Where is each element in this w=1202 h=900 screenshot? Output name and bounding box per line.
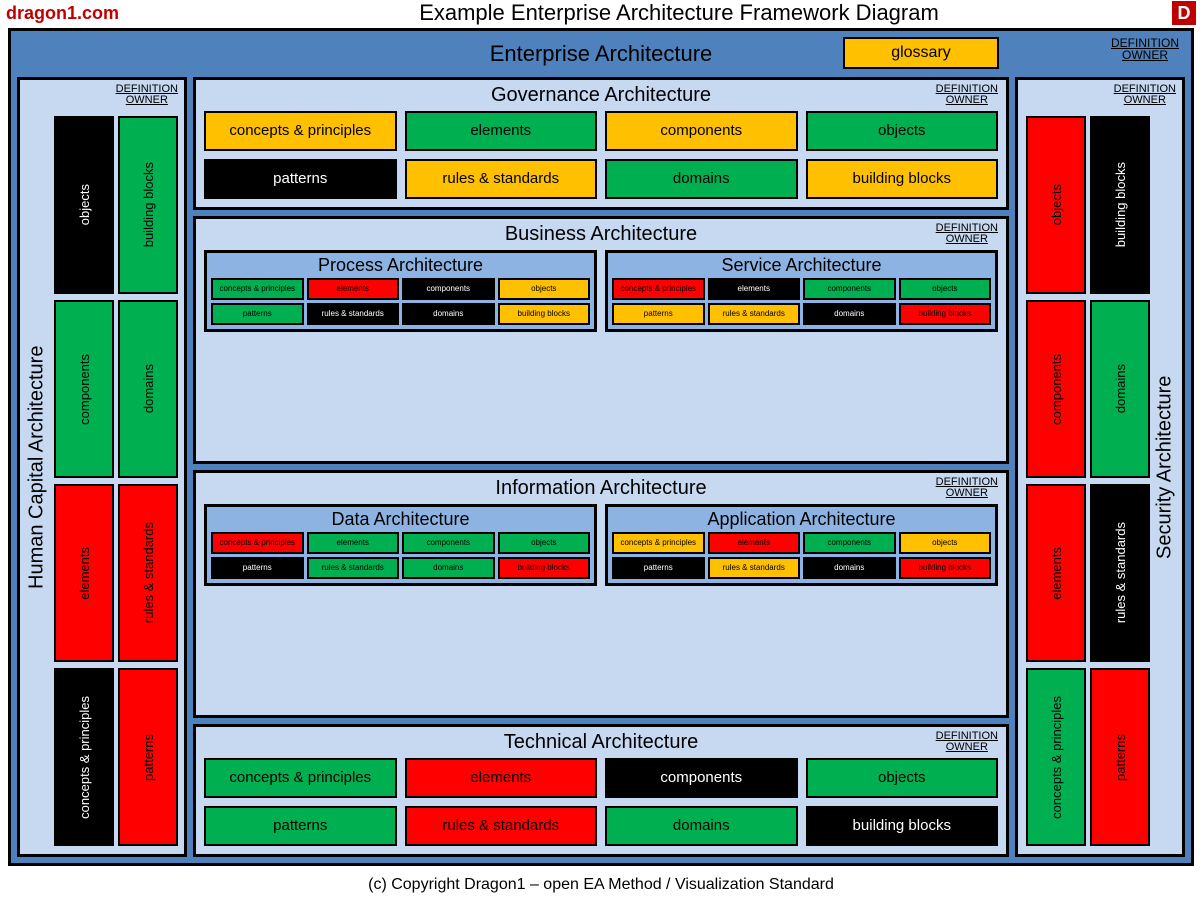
block-ob: objects (806, 111, 999, 151)
block-ob: objects (54, 116, 114, 294)
block-el: elements (708, 532, 801, 554)
definition-owner-link[interactable]: DEFINITIONOWNER (936, 84, 998, 106)
definition-owner-link[interactable]: DEFINITIONOWNER (936, 223, 998, 245)
block-cp: concepts & principles (211, 278, 304, 300)
block-bb: building blocks (806, 159, 999, 199)
block-cp: concepts & principles (204, 111, 397, 151)
human-capital-architecture-box: Human Capital Architecture DEFINITIONOWN… (17, 77, 187, 857)
definition-owner-link[interactable]: DEFINITIONOWNER (936, 477, 998, 499)
block-el: elements (405, 758, 598, 798)
process-title: Process Architecture (211, 255, 590, 276)
definition-owner-link[interactable]: DEFINITIONOWNER (936, 731, 998, 753)
block-do: domains (402, 557, 495, 579)
block-bb: building blocks (118, 116, 178, 294)
block-rs: rules & standards (307, 557, 400, 579)
definition-owner-link[interactable]: DEFINITIONOWNER (116, 84, 178, 106)
block-rs: rules & standards (118, 484, 178, 662)
block-el: elements (405, 111, 598, 151)
block-pa: patterns (204, 806, 397, 846)
block-do: domains (1090, 300, 1150, 478)
block-pa: patterns (204, 159, 397, 199)
block-co: components (54, 300, 114, 478)
block-rs: rules & standards (405, 806, 598, 846)
block-rs: rules & standards (307, 303, 400, 325)
business-architecture-box: DEFINITIONOWNER Business Architecture Pr… (193, 216, 1009, 464)
block-co: components (605, 111, 798, 151)
ea-title: Enterprise Architecture (17, 37, 1185, 67)
block-do: domains (402, 303, 495, 325)
block-pa: patterns (211, 557, 304, 579)
block-cp: concepts & principles (54, 668, 114, 846)
block-co: components (803, 532, 896, 554)
block-rs: rules & standards (405, 159, 598, 199)
data-architecture-box: Data Architecture concepts & principlese… (204, 504, 597, 586)
block-co: components (1026, 300, 1086, 478)
block-pa: patterns (118, 668, 178, 846)
block-co: components (605, 758, 798, 798)
block-bb: building blocks (899, 303, 992, 325)
block-bb: building blocks (498, 557, 591, 579)
process-architecture-box: Process Architecture concepts & principl… (204, 250, 597, 332)
block-do: domains (118, 300, 178, 478)
technical-title: Technical Architecture (204, 731, 998, 754)
block-rs: rules & standards (708, 303, 801, 325)
block-el: elements (54, 484, 114, 662)
block-do: domains (803, 303, 896, 325)
glossary-button[interactable]: glossary (843, 37, 999, 69)
human-capital-title: Human Capital Architecture (24, 84, 50, 850)
governance-title: Governance Architecture (204, 84, 998, 107)
service-title: Service Architecture (612, 255, 991, 276)
logo-icon: D (1172, 1, 1196, 25)
block-do: domains (605, 159, 798, 199)
block-ob: objects (806, 758, 999, 798)
block-rs: rules & standards (708, 557, 801, 579)
information-architecture-box: DEFINITIONOWNER Information Architecture… (193, 470, 1009, 718)
block-co: components (803, 278, 896, 300)
block-rs: rules & standards (1090, 484, 1150, 662)
brand-link[interactable]: dragon1.com (6, 3, 186, 24)
information-title: Information Architecture (204, 477, 998, 500)
block-bb: building blocks (806, 806, 999, 846)
governance-architecture-box: DEFINITIONOWNER Governance Architecture … (193, 77, 1009, 210)
block-ob: objects (899, 278, 992, 300)
block-el: elements (708, 278, 801, 300)
block-cp: concepts & principles (612, 278, 705, 300)
block-pa: patterns (1090, 668, 1150, 846)
block-co: components (402, 532, 495, 554)
block-ob: objects (1026, 116, 1086, 294)
block-cp: concepts & principles (612, 532, 705, 554)
block-co: components (402, 278, 495, 300)
enterprise-architecture-frame: Enterprise Architecture glossary DEFINIT… (8, 28, 1194, 866)
application-title: Application Architecture (612, 509, 991, 530)
page-title: Example Enterprise Architecture Framewor… (186, 0, 1172, 26)
block-bb: building blocks (1090, 116, 1150, 294)
block-el: elements (307, 278, 400, 300)
application-architecture-box: Application Architecture concepts & prin… (605, 504, 998, 586)
data-title: Data Architecture (211, 509, 590, 530)
block-ob: objects (498, 278, 591, 300)
block-cp: concepts & principles (211, 532, 304, 554)
block-do: domains (803, 557, 896, 579)
block-el: elements (307, 532, 400, 554)
block-ob: objects (498, 532, 591, 554)
business-title: Business Architecture (204, 223, 998, 246)
security-title: Security Architecture (1152, 84, 1178, 850)
block-ob: objects (899, 532, 992, 554)
block-pa: patterns (612, 303, 705, 325)
definition-owner-link[interactable]: DEFINITIONOWNER (1111, 37, 1179, 61)
block-pa: patterns (612, 557, 705, 579)
definition-owner-link[interactable]: DEFINITIONOWNER (1114, 84, 1176, 106)
block-cp: concepts & principles (1026, 668, 1086, 846)
block-do: domains (605, 806, 798, 846)
technical-architecture-box: DEFINITIONOWNER Technical Architecture c… (193, 724, 1009, 857)
copyright-footer: (c) Copyright Dragon1 – open EA Method /… (0, 876, 1202, 894)
security-architecture-box: Security Architecture DEFINITIONOWNER ob… (1015, 77, 1185, 857)
service-architecture-box: Service Architecture concepts & principl… (605, 250, 998, 332)
block-cp: concepts & principles (204, 758, 397, 798)
block-pa: patterns (211, 303, 304, 325)
block-bb: building blocks (899, 557, 992, 579)
block-el: elements (1026, 484, 1086, 662)
block-bb: building blocks (498, 303, 591, 325)
